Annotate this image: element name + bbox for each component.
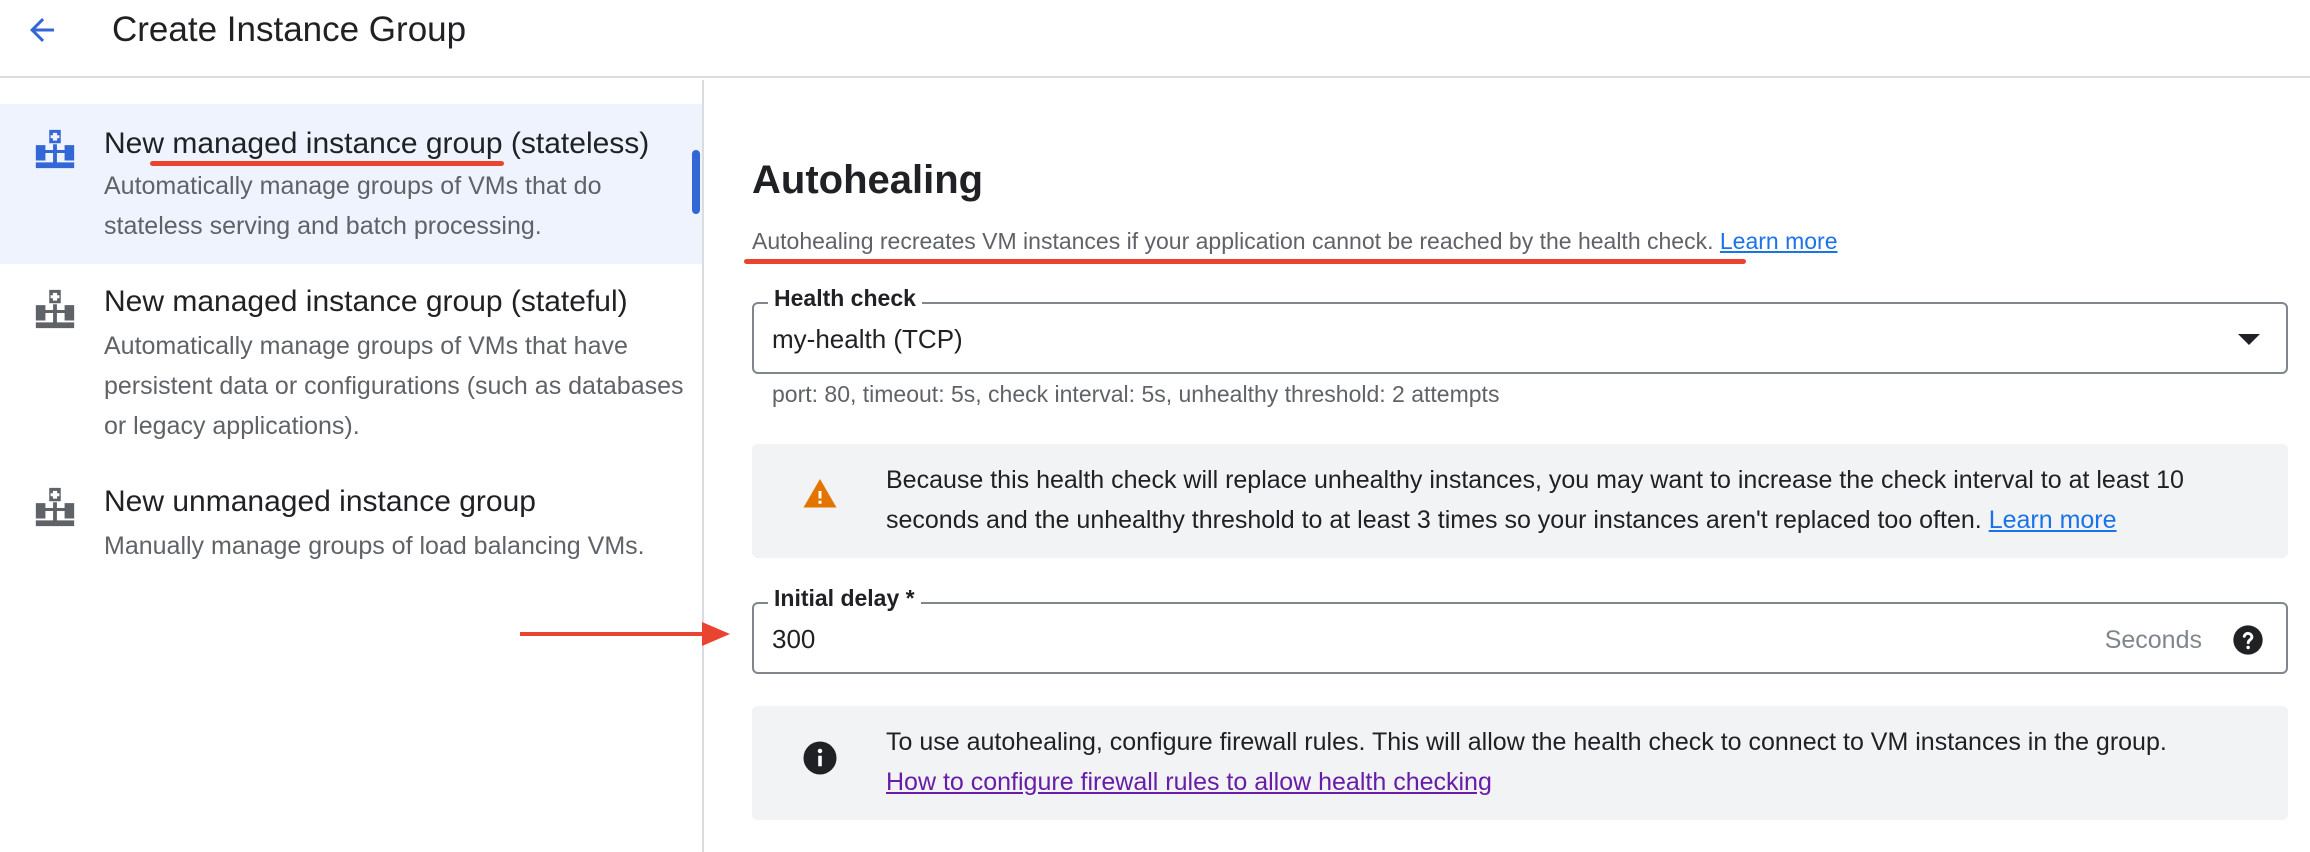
health-check-select[interactable]: Health check my-health (TCP) [752,284,2288,374]
option-description: Automatically manage groups of VMs that … [104,172,602,240]
annotation-underline [150,161,504,166]
health-check-label: Health check [768,284,922,312]
instance-group-icon [35,129,75,169]
help-icon[interactable] [2232,624,2264,656]
top-bar: Create Instance Group [0,0,2310,78]
option-managed-stateless[interactable]: New managed instance group (stateless) A… [0,104,702,264]
info-message: To use autohealing, configure firewall r… [886,728,2167,756]
option-unmanaged[interactable]: New unmanaged instance group Manually ma… [0,464,702,634]
initial-delay-unit: Seconds [2104,626,2202,654]
panel-divider [702,80,704,852]
instance-group-icon [35,289,75,329]
initial-delay-input[interactable]: Initial delay * 300 Seconds [752,584,2288,674]
health-check-details: port: 80, timeout: 5s, check interval: 5… [772,381,1500,407]
instance-group-type-list: New managed instance group (stateless) A… [0,80,702,852]
section-title: Autohealing [752,158,984,202]
health-check-value: my-health (TCP) [772,324,963,354]
option-title: New unmanaged instance group [104,485,536,518]
warning-text: Because this health check will replace u… [886,460,2276,540]
learn-more-link[interactable]: Learn more [1720,228,1838,254]
info-text: To use autohealing, configure firewall r… [886,722,2276,802]
dropdown-arrow-icon[interactable] [2238,334,2260,345]
info-banner: To use autohealing, configure firewall r… [752,706,2288,820]
firewall-rules-link[interactable]: How to configure firewall rules to allow… [886,762,1492,802]
option-title: New managed instance group (stateful) [104,285,628,318]
option-description: Manually manage groups of load balancing… [104,532,645,560]
warning-learn-more-link[interactable]: Learn more [1989,506,2117,534]
section-description: Autohealing recreates VM instances if yo… [752,224,1838,258]
arrow-back-icon [30,18,54,42]
back-button[interactable] [20,8,64,52]
option-title: New managed instance group (stateless) [104,127,650,160]
initial-delay-label: Initial delay * [768,584,921,612]
selection-indicator [692,150,700,214]
info-icon [803,741,837,775]
instance-group-icon [35,487,75,527]
option-description: Automatically manage groups of VMs that … [104,332,684,440]
description-text: Autohealing recreates VM instances if yo… [752,228,1714,254]
warning-banner: Because this health check will replace u… [752,444,2288,558]
page-title: Create Instance Group [112,10,467,49]
annotation-arrow [520,622,730,646]
annotation-underline [744,259,1746,264]
initial-delay-value[interactable]: 300 [772,622,815,656]
option-managed-stateful[interactable]: New managed instance group (stateful) Au… [0,264,702,464]
warning-icon [803,479,837,508]
